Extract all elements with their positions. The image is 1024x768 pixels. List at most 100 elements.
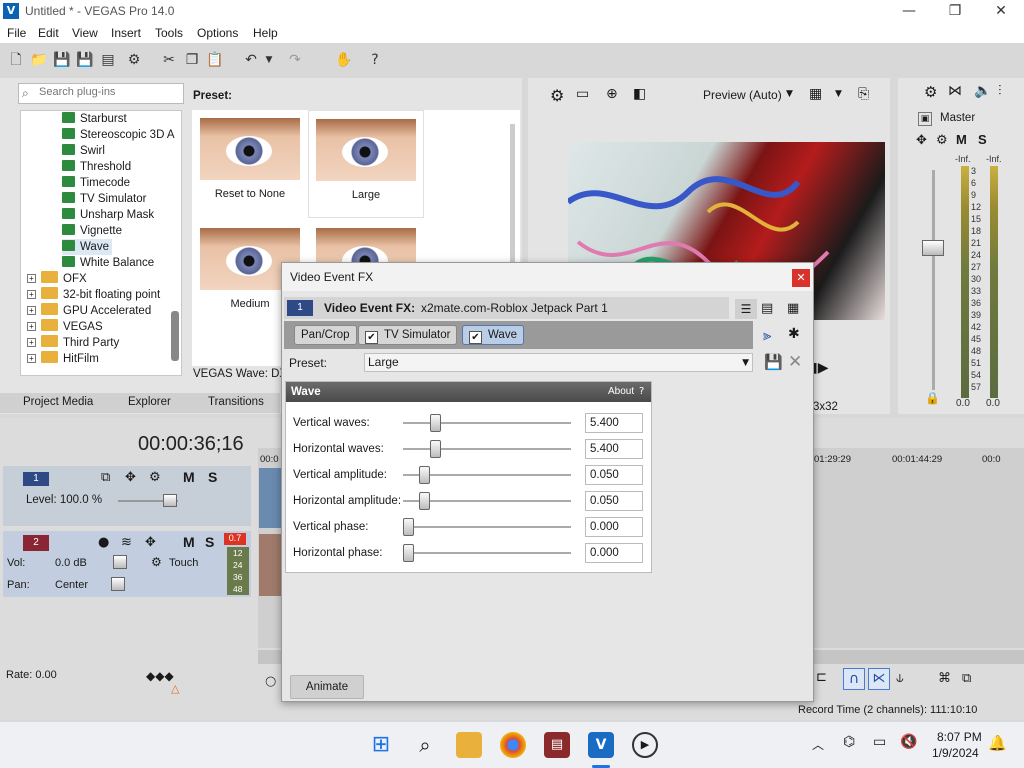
- expand-icon[interactable]: +: [27, 290, 36, 299]
- notifications-bell-icon[interactable]: 🔔: [988, 734, 1007, 752]
- plugin-search-box[interactable]: ⌕: [18, 83, 184, 104]
- expand-icon[interactable]: +: [27, 354, 36, 363]
- param-slider-track[interactable]: [403, 448, 571, 450]
- whats-this-help-icon[interactable]: ?: [366, 51, 384, 69]
- menu-options[interactable]: Options: [197, 26, 238, 40]
- speaker-muted-icon[interactable]: 🔇: [900, 734, 917, 750]
- preset-reset-to-none[interactable]: Reset to None: [192, 110, 308, 218]
- external-monitor-icon[interactable]: ▭: [576, 86, 589, 102]
- tree-item-swirl[interactable]: Swirl: [62, 143, 105, 159]
- checkbox-checked-icon[interactable]: ✔: [469, 331, 482, 344]
- split-screen-icon[interactable]: ⊕: [606, 86, 618, 102]
- close-icon[interactable]: ✕: [792, 269, 810, 287]
- master-settings-gear-icon[interactable]: ⚙: [924, 83, 937, 101]
- automation-gear-icon[interactable]: ⚙: [151, 555, 162, 569]
- audio-track-header[interactable]: 2 ● ≋ ✥ M S 0.7 Vol: 0.0 dB ⚙ Touch Pan:…: [3, 531, 251, 597]
- tab-explorer[interactable]: Explorer: [128, 396, 171, 408]
- delete-preset-icon[interactable]: ✕: [788, 352, 802, 372]
- preset-dropdown[interactable]: Large ▼: [364, 353, 753, 372]
- video-event[interactable]: [259, 468, 281, 528]
- lock-envelopes-icon[interactable]: ⌘: [938, 671, 951, 686]
- remove-plugin-icon[interactable]: ✱: [788, 326, 800, 342]
- expand-icon[interactable]: +: [27, 338, 36, 347]
- cut-icon[interactable]: ✂: [160, 51, 178, 69]
- param-slider-handle[interactable]: [429, 440, 441, 458]
- param-value-field[interactable]: 0.000: [585, 543, 643, 563]
- record-icon[interactable]: ○: [265, 674, 276, 689]
- save-preset-icon[interactable]: 💾: [764, 353, 783, 371]
- chain-pan-crop[interactable]: Pan/Crop: [294, 325, 357, 345]
- param-slider-handle[interactable]: [418, 466, 430, 484]
- menu-file[interactable]: File: [7, 26, 26, 40]
- mixer-icon[interactable]: ⫶: [998, 83, 1002, 99]
- render-icon[interactable]: ▤: [99, 51, 117, 69]
- param-slider-handle[interactable]: [403, 544, 414, 562]
- chevron-down-icon[interactable]: ▼: [742, 355, 749, 372]
- tree-folder-32bit[interactable]: +32-bit floating point: [27, 287, 160, 303]
- tree-item-timecode[interactable]: Timecode: [62, 175, 130, 191]
- compositing-mode-icon[interactable]: ⧉: [101, 470, 110, 485]
- preview-settings-gear-icon[interactable]: ⚙: [550, 86, 564, 105]
- dialog-title-bar[interactable]: Video Event FX ✕: [282, 263, 813, 291]
- minimize-icon[interactable]: —: [886, 0, 932, 23]
- level-slider-handle[interactable]: [163, 494, 177, 507]
- tree-item-starburst[interactable]: Starburst: [62, 111, 127, 127]
- param-value-field[interactable]: 0.050: [585, 465, 643, 485]
- clock-time[interactable]: 8:07 PM: [937, 730, 982, 744]
- chain-wave[interactable]: ✔ Wave: [462, 325, 524, 345]
- mute-button[interactable]: M: [956, 132, 967, 147]
- new-icon[interactable]: 🗋: [7, 51, 25, 69]
- menu-tools[interactable]: Tools: [155, 26, 183, 40]
- expand-icon[interactable]: +: [27, 274, 36, 283]
- arm-record-icon[interactable]: ●: [98, 535, 109, 550]
- save-icon[interactable]: 💾: [53, 51, 71, 69]
- track-motion-icon[interactable]: ✥: [125, 470, 136, 485]
- tree-item-threshold[interactable]: Threshold: [62, 159, 131, 175]
- tab-project-media[interactable]: Project Media: [23, 396, 93, 408]
- param-slider-handle[interactable]: [418, 492, 430, 510]
- tree-item-unsharp-mask[interactable]: Unsharp Mask: [62, 207, 154, 223]
- preset-large[interactable]: Large: [308, 110, 424, 218]
- display-icon[interactable]: ▭: [873, 734, 886, 750]
- tree-item-white-balance[interactable]: White Balance: [62, 255, 154, 271]
- search-icon[interactable]: ⌕: [412, 732, 438, 758]
- preview-quality-dropdown[interactable]: Preview (Auto): [703, 88, 782, 102]
- solo-button[interactable]: S: [978, 132, 987, 147]
- undo-icon[interactable]: ↶: [242, 51, 260, 69]
- vegas-taskbar-icon[interactable]: V: [588, 732, 614, 758]
- tree-item-stereoscopic[interactable]: Stereoscopic 3D A: [62, 127, 175, 143]
- expand-icon[interactable]: +: [27, 306, 36, 315]
- param-slider-handle[interactable]: [429, 414, 441, 432]
- param-value-field[interactable]: 5.400: [585, 439, 643, 459]
- tree-folder-ofx[interactable]: + OFX: [27, 271, 87, 287]
- ignore-grouping-icon[interactable]: ⧉: [962, 671, 971, 686]
- param-slider-track[interactable]: [403, 526, 571, 528]
- paste-icon[interactable]: 📋: [206, 51, 224, 69]
- bus-icon[interactable]: ▣: [918, 112, 932, 126]
- preview-mode-icon[interactable]: ◧: [633, 86, 646, 102]
- menu-view[interactable]: View: [72, 26, 98, 40]
- track-mute-button[interactable]: M: [183, 534, 195, 550]
- speaker-icon[interactable]: 🔈: [974, 83, 991, 99]
- track-solo-button[interactable]: S: [205, 534, 214, 550]
- chevron-down-icon[interactable]: ▼: [786, 89, 793, 99]
- properties-gear-icon[interactable]: ⚙: [125, 51, 143, 69]
- chrome-icon[interactable]: [500, 732, 526, 758]
- tree-item-vignette[interactable]: Vignette: [62, 223, 122, 239]
- ripple-edit-icon[interactable]: ⫝: [896, 671, 904, 686]
- fx-chain-icon[interactable]: ✥: [916, 133, 927, 148]
- list-view-icon[interactable]: ▤: [761, 299, 773, 319]
- track-solo-button[interactable]: S: [208, 469, 217, 485]
- chevron-up-icon[interactable]: ︿: [812, 736, 824, 753]
- video-track-header[interactable]: 1 ⧉ ✥ ⚙ M S Level: 100.0 %: [3, 466, 251, 526]
- param-slider-track[interactable]: [403, 552, 571, 554]
- redo-icon[interactable]: ↷: [286, 51, 304, 69]
- track-fx-icon[interactable]: ✥: [145, 535, 156, 550]
- about-link[interactable]: About: [608, 386, 634, 397]
- tree-folder-gpu[interactable]: + GPU Accelerated: [27, 303, 151, 319]
- menu-edit[interactable]: Edit: [38, 26, 59, 40]
- undo-dropdown-icon[interactable]: ▼: [264, 51, 274, 69]
- plugin-chain-icon[interactable]: ⫸: [763, 326, 771, 344]
- online-help-icon[interactable]: ✋: [335, 51, 353, 69]
- param-value-field[interactable]: 0.000: [585, 517, 643, 537]
